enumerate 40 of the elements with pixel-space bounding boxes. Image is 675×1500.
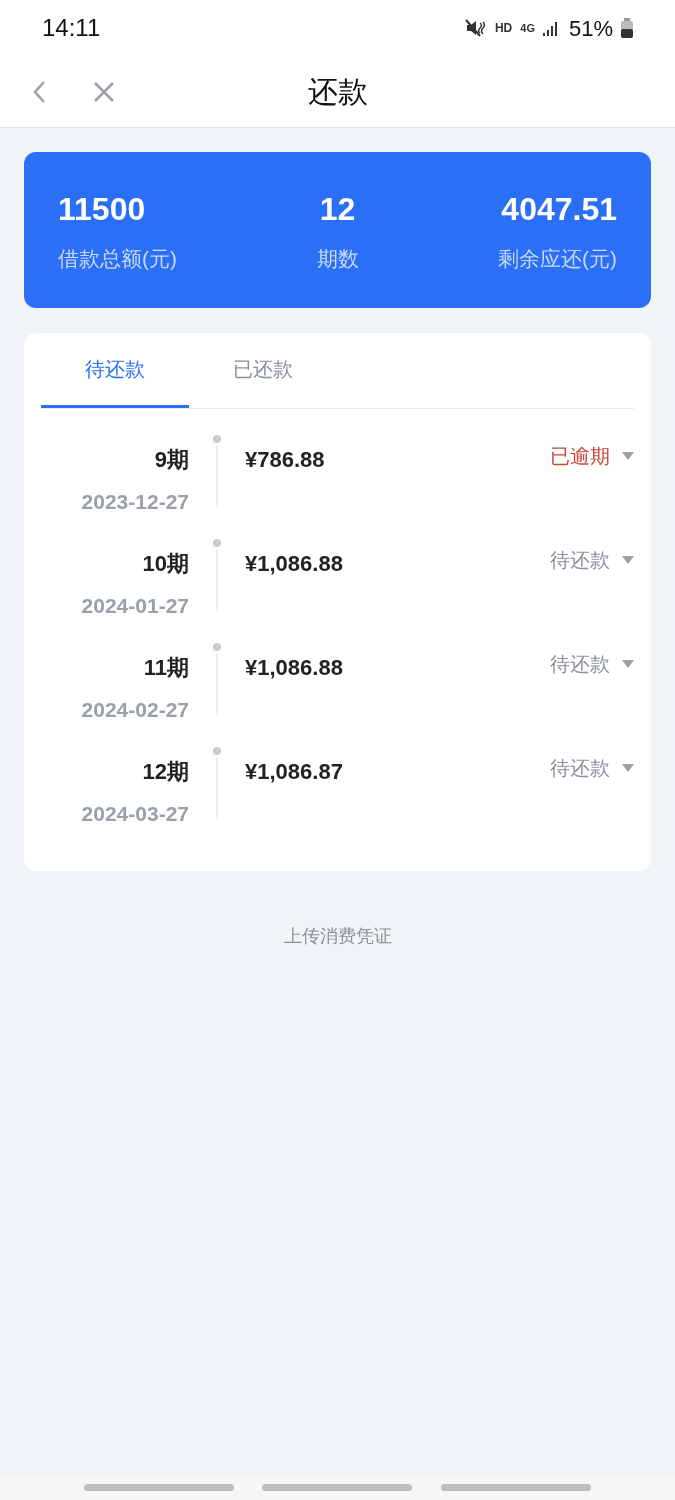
summary-label: 借款总额(元)	[58, 246, 177, 273]
close-icon[interactable]	[92, 79, 116, 104]
period-label: 9期	[154, 446, 189, 474]
summary-label: 剩余应还(元)	[498, 246, 617, 273]
gesture-handle[interactable]	[84, 1483, 235, 1491]
mute-icon	[464, 18, 487, 38]
gesture-handle[interactable]	[440, 1483, 591, 1491]
amount: ¥1,086.88	[245, 654, 344, 682]
caret-icon	[622, 764, 634, 772]
summary-label: 期数	[316, 246, 359, 273]
caret-icon	[622, 660, 634, 668]
gesture-handle[interactable]	[262, 1483, 413, 1491]
amount: ¥1,086.87	[245, 758, 344, 786]
hd-indicator: HD	[494, 20, 513, 37]
status-dropdown[interactable]: 待还款	[550, 545, 634, 575]
due-date: 2024-03-27	[81, 801, 189, 827]
caret-icon	[622, 556, 634, 564]
period-label: 10期	[142, 550, 189, 578]
amount: ¥786.88	[245, 446, 326, 474]
upload-receipt-link[interactable]: 上传消费凭证	[283, 923, 392, 950]
period-label: 12期	[142, 758, 189, 786]
page-title: 还款	[307, 74, 368, 110]
due-date: 2023-12-27	[81, 489, 189, 515]
due-date: 2024-02-27	[81, 697, 189, 723]
battery-icon	[621, 18, 633, 38]
battery-percent: 51%	[568, 14, 613, 43]
summary-value: 11500	[58, 190, 146, 230]
network-indicator: 4G	[520, 22, 535, 34]
due-date: 2024-01-27	[81, 593, 189, 619]
period-label: 11期	[143, 654, 189, 682]
summary-value: 4047.51	[501, 190, 617, 230]
amount: ¥1,086.88	[245, 550, 344, 578]
caret-icon	[622, 452, 634, 460]
status-dropdown[interactable]: 待还款	[550, 649, 634, 679]
clock: 14:11	[42, 13, 101, 43]
tab[interactable]: 已还款	[189, 333, 337, 408]
summary-value: 12	[319, 190, 356, 230]
status-dropdown[interactable]: 已逾期	[550, 441, 634, 471]
tab[interactable]: 待还款	[41, 333, 189, 408]
status-dropdown[interactable]: 待还款	[550, 753, 634, 783]
